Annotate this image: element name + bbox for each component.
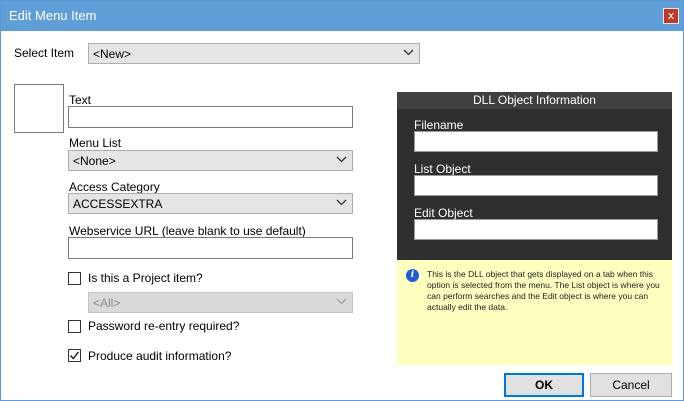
menu-item-image[interactable] <box>14 84 64 133</box>
info-text: This is the DLL object that gets display… <box>427 269 660 312</box>
checkmark-icon <box>69 351 80 360</box>
access-category-label: Access Category <box>69 180 160 194</box>
list-object-label: List Object <box>414 162 471 176</box>
chevron-down-icon <box>336 199 347 206</box>
project-dropdown-value: <All> <box>93 296 121 310</box>
password-reentry-checkbox[interactable] <box>68 320 81 333</box>
info-box: i This is the DLL object that gets displ… <box>397 260 672 365</box>
project-item-checkbox[interactable] <box>68 272 81 285</box>
webservice-url-label: Webservice URL (leave blank to use defau… <box>69 224 306 238</box>
password-reentry-label: Password re-entry required? <box>88 319 240 333</box>
dll-object-panel: DLL Object Information Filename List Obj… <box>397 92 672 260</box>
text-input[interactable] <box>68 106 353 128</box>
select-item-value: <New> <box>93 47 132 61</box>
chevron-down-icon <box>336 298 347 305</box>
filename-label: Filename <box>414 118 464 132</box>
close-button[interactable]: x <box>663 8 679 24</box>
text-label: Text <box>69 93 92 107</box>
project-dropdown[interactable]: <All> <box>88 292 353 313</box>
menu-list-label: Menu List <box>69 136 122 150</box>
project-item-label: Is this a Project item? <box>88 271 203 285</box>
edit-object-label: Edit Object <box>414 206 473 220</box>
access-category-value: ACCESSEXTRA <box>73 197 163 211</box>
menu-list-dropdown[interactable]: <None> <box>68 150 353 171</box>
cancel-button[interactable]: Cancel <box>590 373 672 397</box>
audit-info-checkbox[interactable] <box>68 349 81 362</box>
select-item-label: Select Item <box>14 46 75 60</box>
info-icon: i <box>406 269 419 282</box>
dll-panel-title: DLL Object Information <box>397 92 672 109</box>
window-title: Edit Menu Item <box>9 8 97 23</box>
list-object-input[interactable] <box>414 175 658 196</box>
access-category-dropdown[interactable]: ACCESSEXTRA <box>68 193 353 214</box>
chevron-down-icon <box>403 49 414 56</box>
edit-object-input[interactable] <box>414 219 658 240</box>
filename-input[interactable] <box>414 131 658 152</box>
chevron-down-icon <box>336 156 347 163</box>
select-item-dropdown[interactable]: <New> <box>88 43 420 64</box>
close-icon: x <box>667 9 675 22</box>
webservice-url-input[interactable] <box>68 237 353 259</box>
edit-menu-item-dialog: Edit Menu Item x Select Item <New> Text … <box>0 0 684 401</box>
menu-list-value: <None> <box>73 154 116 168</box>
audit-info-label: Produce audit information? <box>88 349 232 363</box>
ok-button[interactable]: OK <box>504 373 584 397</box>
title-bar[interactable]: Edit Menu Item x <box>1 1 683 31</box>
